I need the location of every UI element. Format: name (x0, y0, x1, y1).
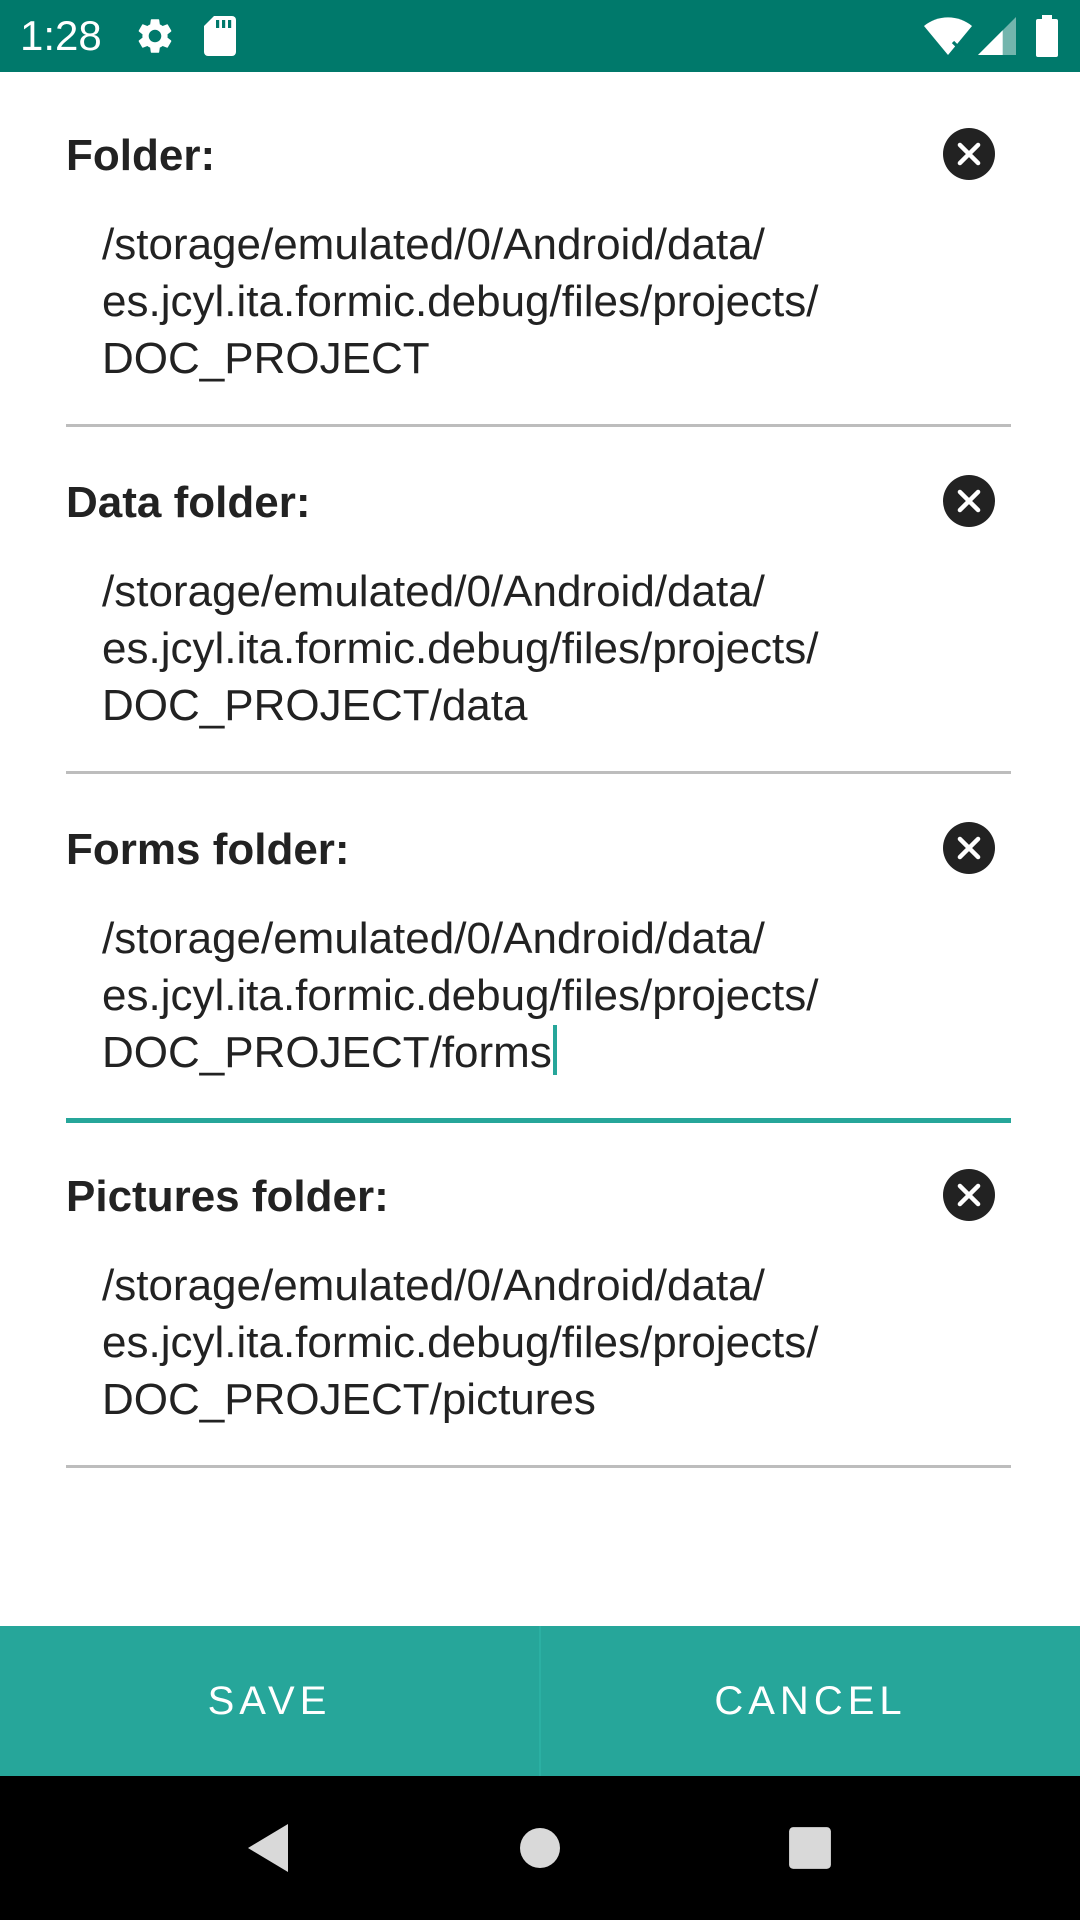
folder-input-underline (66, 424, 1011, 427)
forms-folder-input-text: /storage/emulated/0/Android/data/ es.jcy… (102, 914, 819, 1077)
folder-input[interactable]: /storage/emulated/0/Android/data/ es.jcy… (102, 216, 1002, 387)
settings-icon (134, 0, 176, 72)
clear-pictures-folder-button[interactable] (943, 1169, 995, 1221)
text-cursor (552, 1025, 557, 1075)
wifi-icon (924, 0, 972, 72)
home-icon (520, 1828, 560, 1868)
recents-button[interactable] (740, 1776, 880, 1920)
pictures-folder-label: Pictures folder: (66, 1172, 389, 1221)
close-icon (957, 1183, 981, 1207)
folder-settings-form: Folder: /storage/emulated/0/Android/data… (0, 72, 1080, 1626)
signal-icon (978, 0, 1016, 72)
data-folder-input[interactable]: /storage/emulated/0/Android/data/ es.jcy… (102, 563, 1002, 734)
pictures-folder-input-underline (66, 1465, 1011, 1468)
clear-data-folder-button[interactable] (943, 475, 995, 527)
folder-label: Folder: (66, 131, 216, 180)
forms-folder-label: Forms folder: (66, 825, 350, 874)
forms-folder-input[interactable]: /storage/emulated/0/Android/data/ es.jcy… (102, 910, 1002, 1081)
cancel-button[interactable]: CANCEL (539, 1626, 1080, 1776)
save-button[interactable]: SAVE (0, 1626, 539, 1776)
back-icon (248, 1824, 288, 1872)
data-folder-label: Data folder: (66, 478, 311, 527)
close-icon (957, 142, 981, 166)
close-icon (957, 836, 981, 860)
close-icon (957, 489, 981, 513)
navigation-bar (0, 1776, 1080, 1920)
recents-icon (789, 1827, 831, 1869)
forms-folder-input-underline (66, 1118, 1011, 1123)
status-time: 1:28 (20, 12, 102, 59)
home-button[interactable] (470, 1776, 610, 1920)
data-folder-input-underline (66, 771, 1011, 774)
pictures-folder-input[interactable]: /storage/emulated/0/Android/data/ es.jcy… (102, 1257, 1002, 1428)
clear-folder-button[interactable] (943, 128, 995, 180)
clear-forms-folder-button[interactable] (943, 822, 995, 874)
status-bar: 1:28 (0, 0, 1080, 72)
back-button[interactable] (198, 1776, 338, 1920)
action-bar: SAVE CANCEL (0, 1626, 1080, 1776)
battery-icon (1036, 0, 1058, 72)
sd-card-icon (204, 0, 236, 72)
